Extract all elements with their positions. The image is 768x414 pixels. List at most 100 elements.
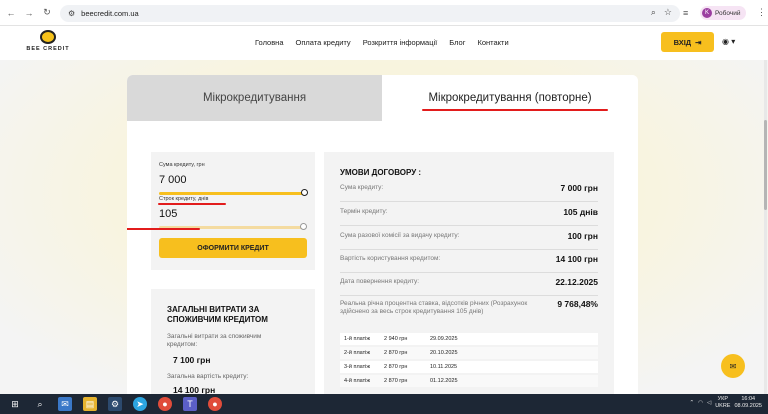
terms-row: Сума кредиту: 7 000 грн [340,182,598,202]
forward-icon[interactable]: → [22,6,36,20]
back-icon[interactable]: ← [4,6,18,20]
amount-slider-handle[interactable] [301,189,308,196]
loan-card: Мікрокредитування Мікрокредитування (пов… [127,75,638,394]
teams-icon[interactable]: T [183,397,197,411]
login-label: ВХІД [673,37,692,47]
profile-name: Робочий [715,9,741,17]
payment-row: 2-й платіж 2 870 грн 20.10.2025 [340,347,598,359]
terms-value: 22.12.2025 [555,277,598,287]
amount-value: 7 000 [159,174,187,186]
site-header: BEE CREDIT Головна Оплата кредиту Розкри… [0,26,768,60]
terms-label: Термін кредиту: [340,208,388,215]
tray-chevron-icon[interactable]: ⌃ [690,400,695,406]
apply-loan-button[interactable]: ОФОРМИТИ КРЕДИТ [159,238,307,258]
red-underline-annotation [158,203,226,205]
lang-code: УКР [717,396,729,402]
terms-title: УМОВИ ДОГОВОРУ : [340,168,422,177]
address-bar[interactable]: ⚙ beecredit.com.ua ⌕ ☆ [60,5,680,22]
payment-row: 1-й платіж 2 940 грн 29.09.2025 [340,333,598,345]
page-scrollbar[interactable] [764,60,767,394]
terms-label: Сума кредиту: [340,184,384,191]
terms-value: 105 днів [563,207,598,217]
terms-row: Термін кредиту: 105 днів [340,206,598,226]
terms-row: Сума разової комісії за видачу кредиту: … [340,230,598,250]
url-text: beecredit.com.ua [81,9,139,18]
scrollbar-thumb[interactable] [764,120,767,210]
site-logo[interactable]: BEE CREDIT [26,30,70,56]
tab-microcredit[interactable]: Мікрокредитування [127,75,382,121]
expense-value: 7 100 грн [173,355,211,365]
term-slider-handle[interactable] [300,223,307,230]
nav-blog[interactable]: Блог [449,38,465,47]
amount-slider[interactable] [159,192,306,195]
payment-amount: 2 940 грн [384,336,408,342]
payment-number: 2-й платіж [344,350,371,356]
zoom-icon[interactable]: ⌕ [651,7,656,18]
login-button[interactable]: ВХІД ⇥ [661,32,714,52]
nav-loan-payment[interactable]: Оплата кредиту [296,38,351,47]
nav-home[interactable]: Головна [255,38,284,47]
payment-date: 29.09.2025 [430,336,458,342]
login-icon: ⇥ [695,37,702,47]
volume-icon[interactable]: ◁ [707,400,711,406]
terms-label: Сума разової комісії за видачу кредиту: [340,232,460,239]
chrome-icon[interactable]: ● [158,397,172,411]
term-value: 105 [159,208,178,220]
terms-row: Реальна річна процентна ставка, відсоткі… [340,298,598,330]
avatar: K [702,8,712,18]
windows-taskbar: ⊞ ⌕ ✉ ▤ ⚙ ➤ ● T ● ⌃ ◠ ◁ УКР UKRE 16:04 0… [0,394,768,414]
payment-number: 4-й платіж [344,378,371,384]
nav-contacts[interactable]: Контакти [477,38,508,47]
loan-calculator: Сума кредиту, грн 7 000 Строк кредиту, д… [151,152,315,270]
bookmark-star-icon[interactable]: ☆ [664,7,672,18]
nav-disclosure[interactable]: Розкриття інформації [363,38,438,47]
expense-label: Загальні витрати за споживчим кредитом: [167,333,262,348]
red-underline-annotation [127,228,200,230]
expenses-title: ЗАГАЛЬНІ ВИТРАТИ ЗА СПОЖИВЧИМ КРЕДИТОМ [167,305,268,324]
clock-date: 08.09.2025 [734,403,762,409]
contract-terms-panel: УМОВИ ДОГОВОРУ : Сума кредиту: 7 000 грн… [324,152,614,394]
clock[interactable]: 16:04 08.09.2025 [734,396,762,410]
chat-icon: ✉ [729,361,737,371]
steam-icon[interactable]: ⚙ [108,397,122,411]
file-explorer-icon[interactable]: ▤ [83,397,97,411]
payment-date: 10.11.2025 [430,364,458,370]
payment-amount: 2 870 грн [384,364,408,370]
expense-label: Загальна вартість кредиту: [167,373,249,380]
payment-amount: 2 870 грн [384,350,408,356]
browser-menu-icon[interactable]: ⋮ [757,7,766,18]
profile-button[interactable]: K Робочий [700,6,746,20]
accessibility-eye-icon[interactable]: ◉ ▾ [722,37,735,46]
payment-row: 4-й платіж 2 870 грн 01.12.2025 [340,375,598,387]
payment-amount: 2 870 грн [384,378,408,384]
wifi-icon[interactable]: ◠ [698,400,703,406]
payment-number: 1-й платіж [344,336,371,342]
chat-button[interactable]: ✉ [721,354,745,378]
total-expenses-panel: ЗАГАЛЬНІ ВИТРАТИ ЗА СПОЖИВЧИМ КРЕДИТОМ З… [151,289,315,394]
mail-app-icon[interactable]: ✉ [58,397,72,411]
tab-microcredit-repeat[interactable]: Мікрокредитування (повторне) [382,75,638,121]
payment-number: 3-й платіж [344,364,371,370]
site-info-icon[interactable]: ⚙ [68,9,75,18]
term-label: Строк кредиту, днів [159,196,209,202]
lang-layout: UKRE [715,403,731,409]
terms-row: Дата повернення кредиту: 22.12.2025 [340,276,598,296]
terms-value: 14 100 грн [555,254,598,264]
terms-row: Вартість користування кредитом: 14 100 г… [340,253,598,273]
clock-time: 16:04 [741,396,756,402]
cast-icon[interactable]: ≡ [683,8,688,18]
browser-toolbar: ← → ↻ ⚙ beecredit.com.ua ⌕ ☆ ≡ K Робочий… [0,0,768,26]
payment-date: 01.12.2025 [430,378,458,384]
reload-icon[interactable]: ↻ [40,6,54,20]
bee-icon [40,30,56,44]
chrome-profile-icon[interactable]: ● [208,397,222,411]
language-indicator[interactable]: УКР UKRE [715,396,730,410]
expense-value: 14 100 грн [173,385,216,394]
terms-label: Вартість користування кредитом: [340,255,441,262]
telegram-icon[interactable]: ➤ [133,397,147,411]
amount-label: Сума кредиту, грн [159,162,205,168]
terms-label: Дата повернення кредиту: [340,278,420,285]
search-icon[interactable]: ⌕ [33,397,47,411]
payment-date: 20.10.2025 [430,350,458,356]
windows-start-icon[interactable]: ⊞ [8,397,22,411]
